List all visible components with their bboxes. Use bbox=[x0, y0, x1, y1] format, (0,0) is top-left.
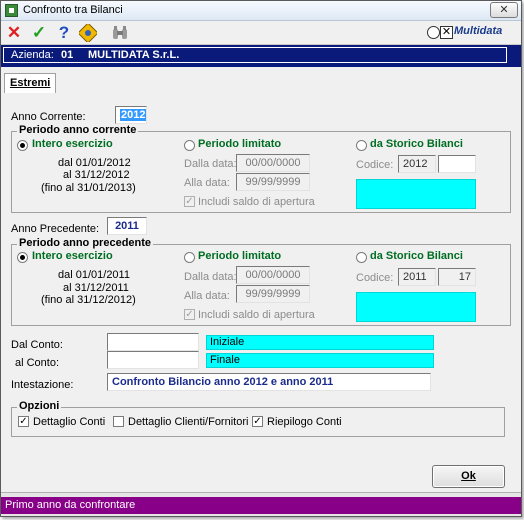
intero-esercizio-radio[interactable] bbox=[17, 140, 28, 151]
anno-precedente-label: Anno Precedente: bbox=[11, 223, 100, 235]
dettaglio-conti-label: Dettaglio Conti bbox=[33, 416, 106, 428]
al-conto-input[interactable] bbox=[107, 351, 199, 369]
binoculars-icon[interactable] bbox=[111, 24, 129, 42]
dalla-data-prec-input[interactable]: 00/00/0000 bbox=[236, 266, 310, 284]
intestazione-input[interactable]: Confronto Bilancio anno 2012 e anno 2011 bbox=[107, 373, 431, 391]
codice-num-prec-input[interactable]: 17 bbox=[438, 268, 476, 286]
codice-prec-label: Codice: bbox=[356, 272, 394, 284]
dialog-window: Confronto tra Bilanci ✕ ✕ ✓ ? ✕ Multidat… bbox=[0, 0, 522, 517]
periodo-limitato-label[interactable]: Periodo limitato bbox=[198, 138, 281, 150]
includi-saldo-prec-label: Includi saldo di apertura bbox=[198, 309, 315, 321]
al-data-prec-text: al 31/12/2011 bbox=[63, 282, 129, 294]
periodo-corrente-title: Periodo anno corrente bbox=[17, 124, 139, 136]
dal-conto-label: Dal Conto: bbox=[11, 339, 63, 351]
help-icon[interactable]: ? bbox=[55, 24, 73, 42]
intestazione-label: Intestazione: bbox=[11, 379, 74, 391]
status-bar: Primo anno da confrontare bbox=[1, 492, 521, 516]
cancel-icon[interactable]: ✕ bbox=[5, 24, 23, 42]
confirm-icon[interactable]: ✓ bbox=[30, 24, 48, 42]
storico-bilanci-radio[interactable] bbox=[356, 140, 367, 151]
ok-button[interactable]: Ok bbox=[432, 465, 505, 488]
dettaglio-clienti-label: Dettaglio Clienti/Fornitori bbox=[128, 416, 249, 428]
azienda-frame: Azienda: 01 MULTIDATA S.r.L. bbox=[3, 47, 507, 63]
storico-bilanci-prec-label[interactable]: da Storico Bilanci bbox=[370, 250, 463, 262]
app-icon bbox=[5, 4, 18, 17]
window-title: Confronto tra Bilanci bbox=[23, 4, 123, 16]
alla-data-prec-label: Alla data: bbox=[184, 290, 230, 302]
tab-strip: Estremi bbox=[1, 71, 521, 93]
alla-data-input[interactable]: 99/99/9999 bbox=[236, 173, 310, 191]
dalla-data-input[interactable]: 00/00/0000 bbox=[236, 154, 310, 172]
tab-estremi[interactable]: Estremi bbox=[4, 73, 56, 93]
dalla-data-label: Dalla data: bbox=[184, 158, 237, 170]
logo-text: Multidata bbox=[454, 25, 503, 37]
storico-desc-prec-box bbox=[356, 292, 476, 322]
periodo-limitato-radio[interactable] bbox=[184, 140, 195, 151]
close-button[interactable]: ✕ bbox=[490, 2, 518, 18]
includi-saldo-label: Includi saldo di apertura bbox=[198, 196, 315, 208]
title-bar: Confronto tra Bilanci ✕ bbox=[1, 1, 521, 21]
logo-circle-icon bbox=[427, 26, 440, 39]
riepilogo-conti-label: Riepilogo Conti bbox=[267, 416, 342, 428]
intero-esercizio-prec-radio[interactable] bbox=[17, 252, 28, 263]
includi-saldo-checkbox[interactable]: ✓ bbox=[184, 196, 195, 207]
periodo-limitato-prec-radio[interactable] bbox=[184, 252, 195, 263]
includi-saldo-prec-checkbox[interactable]: ✓ bbox=[184, 309, 195, 320]
multidata-logo: ✕ Multidata bbox=[427, 25, 515, 43]
anno-corrente-value: 2012 bbox=[120, 109, 146, 121]
dal-conto-desc: Iniziale bbox=[206, 335, 434, 350]
storico-bilanci-prec-radio[interactable] bbox=[356, 252, 367, 263]
dettaglio-conti-checkbox[interactable]: ✓ bbox=[18, 416, 29, 427]
storico-desc-box bbox=[356, 179, 476, 209]
azienda-bar: Azienda: 01 MULTIDATA S.r.L. bbox=[1, 45, 521, 67]
dalla-data-prec-label: Dalla data: bbox=[184, 271, 237, 283]
azienda-name: MULTIDATA S.r.L. bbox=[88, 48, 506, 62]
tools-icon[interactable] bbox=[77, 22, 99, 44]
codice-anno-prec-input[interactable]: 2011 bbox=[398, 268, 436, 286]
intero-esercizio-prec-label[interactable]: Intero esercizio bbox=[32, 250, 113, 262]
dal-data-prec-text: dal 01/01/2011 bbox=[58, 269, 130, 281]
anno-precedente-input[interactable]: 2011 bbox=[107, 217, 147, 235]
anno-corrente-label: Anno Corrente: bbox=[11, 111, 86, 123]
dettaglio-clienti-checkbox[interactable] bbox=[113, 416, 124, 427]
anno-corrente-input[interactable]: 2012 bbox=[115, 106, 147, 124]
status-text: Primo anno da confrontare bbox=[1, 497, 521, 514]
codice-num-input[interactable] bbox=[438, 155, 476, 173]
azienda-code: 01 bbox=[57, 48, 85, 62]
dal-conto-input[interactable] bbox=[107, 333, 199, 351]
codice-anno-input[interactable]: 2012 bbox=[398, 155, 436, 173]
periodo-precedente-title: Periodo anno precedente bbox=[17, 237, 154, 249]
alla-data-label: Alla data: bbox=[184, 177, 230, 189]
dal-data-text: dal 01/01/2012 bbox=[58, 157, 131, 169]
azienda-label: Azienda: bbox=[11, 49, 54, 61]
intero-esercizio-label[interactable]: Intero esercizio bbox=[32, 138, 113, 150]
opzioni-title: Opzioni bbox=[17, 400, 62, 412]
logo-cross-icon: ✕ bbox=[440, 26, 453, 39]
toolbar: ✕ ✓ ? ✕ Multidata bbox=[1, 21, 521, 45]
al-conto-desc: Finale bbox=[206, 353, 434, 368]
al-conto-label: al Conto: bbox=[15, 357, 60, 369]
fino-data-text: (fino al 31/01/2013) bbox=[41, 182, 136, 194]
fino-data-prec-text: (fino al 31/12/2012) bbox=[41, 294, 136, 306]
periodo-limitato-prec-label[interactable]: Periodo limitato bbox=[198, 250, 281, 262]
alla-data-prec-input[interactable]: 99/99/9999 bbox=[236, 285, 310, 303]
riepilogo-conti-checkbox[interactable]: ✓ bbox=[252, 416, 263, 427]
codice-label: Codice: bbox=[356, 159, 394, 171]
storico-bilanci-label[interactable]: da Storico Bilanci bbox=[370, 138, 463, 150]
al-data-text: al 31/12/2012 bbox=[63, 169, 130, 181]
